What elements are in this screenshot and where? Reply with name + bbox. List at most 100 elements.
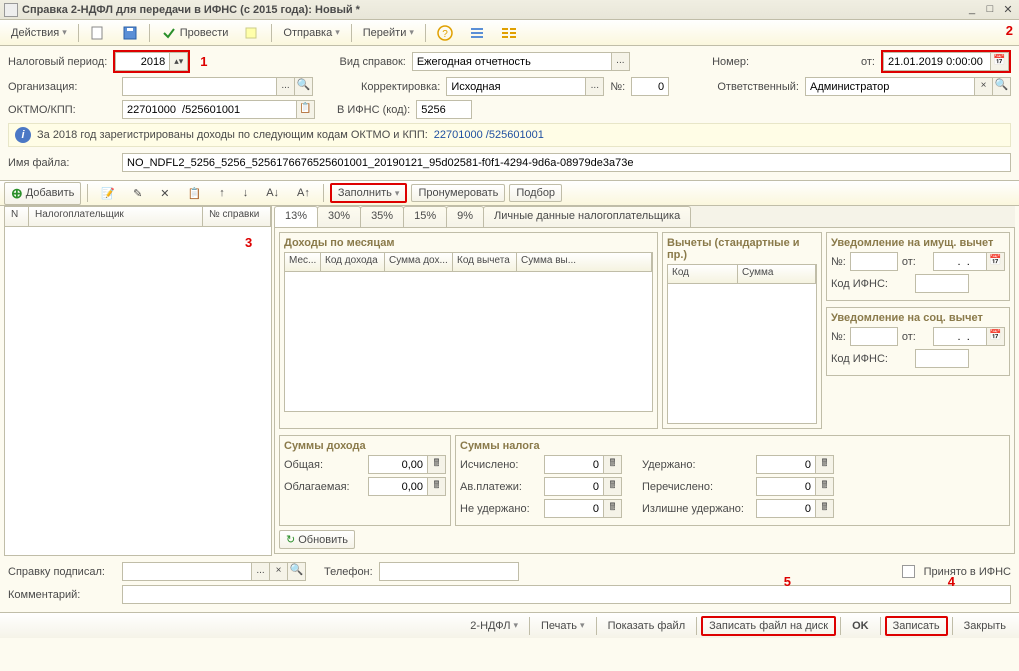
ischisleno-input[interactable] (544, 455, 604, 474)
edit-icon[interactable]: 📝 (94, 184, 122, 203)
copy-icon[interactable]: 📋 (181, 184, 209, 203)
izlishne-input[interactable] (756, 499, 816, 518)
add-button[interactable]: ⊕Добавить (4, 182, 81, 205)
obnovit-button[interactable]: ↻Обновить (279, 530, 355, 549)
otvet-input[interactable] (805, 77, 975, 96)
korrekt-input[interactable] (446, 77, 586, 96)
delete-icon[interactable]: ✕ (153, 184, 176, 203)
calc-icon[interactable]: 🖩 (604, 455, 622, 474)
tax-period-spinner[interactable]: ▴▾ (170, 52, 188, 71)
vid-spravok-select[interactable]: ... (612, 52, 630, 71)
uderzhano-input[interactable] (756, 455, 816, 474)
obshaya-input[interactable] (368, 455, 428, 474)
ne-ud-input[interactable] (544, 499, 604, 518)
org-input[interactable] (122, 77, 277, 96)
maximize-button[interactable]: □ (983, 3, 997, 17)
tab-13[interactable]: 13% (274, 206, 318, 227)
ok-button[interactable]: OK (845, 617, 876, 635)
calc-icon[interactable]: 🖩 (428, 455, 446, 474)
income-grid[interactable] (284, 272, 653, 412)
calc-icon[interactable]: 🖩 (816, 499, 834, 518)
notice-prop-date[interactable] (933, 252, 987, 271)
notice-prop-n[interactable] (850, 252, 898, 271)
col-kod[interactable]: Код (668, 265, 738, 283)
date-picker[interactable]: 📅 (991, 52, 1009, 71)
calc-icon[interactable]: 🖩 (604, 499, 622, 518)
org-search[interactable]: 🔍 (295, 77, 313, 96)
n2-input[interactable] (631, 77, 669, 96)
podpisal-select[interactable]: ... (252, 562, 270, 581)
pencil-icon[interactable]: ✎ (126, 184, 149, 203)
move-down-icon[interactable]: ↓ (236, 184, 256, 202)
new-icon[interactable] (83, 22, 113, 44)
help-icon[interactable]: ? (430, 22, 460, 44)
otvet-search[interactable]: 🔍 (993, 77, 1011, 96)
av-input[interactable] (544, 477, 604, 496)
zakryt-button[interactable]: Закрыть (957, 617, 1013, 635)
sort-desc-icon[interactable]: A↑ (290, 184, 317, 202)
provesti-button[interactable]: Провести (154, 22, 236, 44)
calc-icon[interactable]: 🖩 (604, 477, 622, 496)
2ndfl-button[interactable]: 2-НДФЛ▾ (463, 617, 525, 635)
calc-icon[interactable]: 🖩 (428, 477, 446, 496)
calc-icon[interactable]: 🖩 (816, 455, 834, 474)
notice-soc-n[interactable] (850, 327, 898, 346)
notice-soc-date-picker[interactable]: 📅 (987, 327, 1005, 346)
kommentarij-input[interactable] (122, 585, 1011, 604)
unprovesti-icon[interactable] (237, 22, 267, 44)
tax-period-input[interactable] (115, 52, 170, 71)
org-select[interactable]: ... (277, 77, 295, 96)
notice-prop-ifns[interactable] (915, 274, 969, 293)
file-input[interactable] (122, 153, 1011, 172)
col-sum-doh[interactable]: Сумма дох... (385, 253, 453, 271)
notice-prop-date-picker[interactable]: 📅 (987, 252, 1005, 271)
prinyato-checkbox[interactable] (902, 565, 915, 578)
col-spravka-n[interactable]: № справки (203, 207, 271, 226)
info-link[interactable]: 22701000 /525601001 (434, 129, 544, 141)
zapisat-button[interactable]: Записать (885, 616, 948, 636)
podpisal-search[interactable]: 🔍 (288, 562, 306, 581)
close-button[interactable]: ✕ (1001, 3, 1015, 17)
tab-35[interactable]: 35% (360, 206, 404, 227)
telefon-input[interactable] (379, 562, 519, 581)
col-kod-doh[interactable]: Код дохода (321, 253, 385, 271)
save-icon[interactable] (115, 22, 145, 44)
otvet-clear[interactable]: × (975, 77, 993, 96)
move-up-icon[interactable]: ↑ (212, 184, 232, 202)
actions-menu[interactable]: Действия▾ (4, 24, 74, 42)
oktmo-input[interactable] (122, 100, 297, 119)
tab-personal[interactable]: Личные данные налогоплательщика (483, 206, 691, 227)
vid-spravok-input[interactable] (412, 52, 612, 71)
minimize-button[interactable]: _ (965, 3, 979, 17)
pechat-button[interactable]: Печать▾ (534, 617, 592, 635)
podpisal-clear[interactable]: × (270, 562, 288, 581)
tab-9[interactable]: 9% (446, 206, 484, 227)
col-sum-vych[interactable]: Сумма вы... (517, 253, 652, 271)
zapisat-disk-button[interactable]: Записать файл на диск (701, 616, 836, 636)
podbor-button[interactable]: Подбор (509, 184, 562, 202)
oblagaemaya-input[interactable] (368, 477, 428, 496)
tab-15[interactable]: 15% (403, 206, 447, 227)
col-kod-vych[interactable]: Код вычета (453, 253, 517, 271)
calc-icon[interactable]: 🖩 (816, 477, 834, 496)
settings-icon[interactable] (494, 22, 524, 44)
list-icon[interactable] (462, 22, 492, 44)
pronumerovat-button[interactable]: Пронумеровать (411, 184, 505, 202)
korrekt-select[interactable]: ... (586, 77, 604, 96)
perechisleno-input[interactable] (756, 477, 816, 496)
col-mes[interactable]: Мес... (285, 253, 321, 271)
otpravka-menu[interactable]: Отправка▾ (276, 24, 346, 42)
ifns-input[interactable] (416, 100, 472, 119)
podpisal-input[interactable] (122, 562, 252, 581)
pokazat-file-button[interactable]: Показать файл (601, 617, 693, 635)
tab-30[interactable]: 30% (317, 206, 361, 227)
col-taxpayer[interactable]: Налогоплательщик (29, 207, 203, 226)
deduct-grid[interactable] (667, 284, 817, 424)
zapolnit-button[interactable]: Заполнить▾ (330, 183, 408, 203)
notice-soc-ifns[interactable] (915, 349, 969, 368)
perejti-menu[interactable]: Перейти▾ (356, 24, 421, 42)
sort-asc-icon[interactable]: A↓ (259, 184, 286, 202)
col-n[interactable]: N (5, 207, 29, 226)
date-input[interactable] (883, 52, 991, 71)
notice-soc-date[interactable] (933, 327, 987, 346)
